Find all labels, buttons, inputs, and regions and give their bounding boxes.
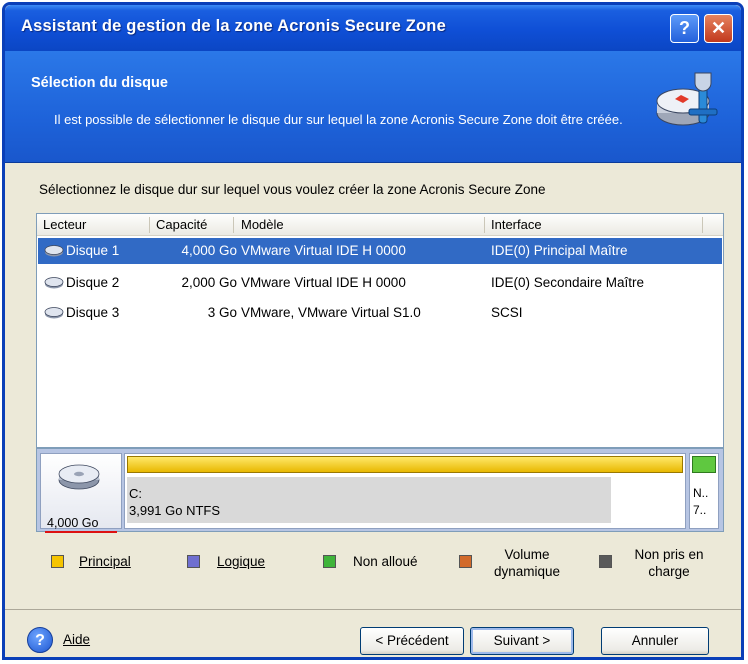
legend-swatch-volume-dynamique [459, 555, 472, 568]
step-description: Il est possible de sélectionner le disqu… [54, 112, 623, 127]
column-header-drive[interactable]: Lecteur [43, 217, 86, 232]
legend-logique: Logique [181, 553, 291, 593]
legend-label-non-pris-en-charge: Non pris en charge [634, 547, 704, 579]
partition-unallocated-type-bar [692, 456, 716, 473]
legend-swatch-principal [51, 555, 64, 568]
disk-capacity: 4,000 Go [181, 243, 237, 258]
help-link[interactable]: Aide [63, 632, 90, 647]
disk-interface: IDE(0) Secondaire Maître [491, 275, 645, 290]
disk-drive-name: Disque 1 [66, 243, 120, 258]
disk-tools-icon [656, 72, 718, 126]
help-title-button[interactable]: ? [670, 14, 699, 43]
legend-swatch-non-pris-en-charge [599, 555, 612, 568]
legend-label-volume-dynamique: Volume dynamique [493, 547, 561, 579]
help-icon[interactable]: ? [27, 627, 53, 653]
disk-model: VMware, VMware Virtual S1.0 [241, 305, 421, 320]
instruction-text: Sélectionnez le disque dur sur lequel vo… [39, 182, 546, 197]
disk-capacity: 3 Go [207, 305, 237, 320]
disk-interface: SCSI [491, 305, 523, 320]
disk-list-header: Lecteur Capacité Modèle Interface [37, 214, 723, 236]
window-title: Assistant de gestion de la zone Acronis … [21, 17, 446, 35]
partition-unallocated-line2: 7.. [693, 503, 707, 517]
legend-principal: Principal [45, 553, 155, 593]
legend-non-pris-en-charge: Non pris en charge [593, 546, 733, 592]
partition-unallocated[interactable]: N.. 7.. [689, 453, 719, 529]
disk-icon [44, 277, 64, 289]
footer-separator [5, 609, 741, 610]
disk-icon [44, 245, 64, 257]
disk-row[interactable]: Disque 1 4,000 Go VMware Virtual IDE H 0… [38, 238, 722, 264]
partition-unallocated-line1: N.. [693, 486, 709, 500]
title-bar[interactable]: Assistant de gestion de la zone Acronis … [5, 5, 741, 51]
column-header-capacity[interactable]: Capacité [156, 217, 207, 232]
legend-swatch-logique [187, 555, 200, 568]
next-button[interactable]: Suivant > [470, 627, 574, 655]
disk-model: VMware Virtual IDE H 0000 [241, 243, 406, 258]
disk-capacity: 2,000 Go [181, 275, 237, 290]
back-button[interactable]: < Précédent [360, 627, 464, 655]
partition-c-letter: C: [129, 486, 142, 501]
wizard-header: Sélection du disque Il est possible de s… [5, 51, 741, 163]
legend-label-logique: Logique [217, 554, 266, 569]
step-title: Sélection du disque [31, 75, 168, 91]
disk-model: VMware Virtual IDE H 0000 [241, 275, 406, 290]
legend-label-principal: Principal [79, 554, 131, 569]
disk-interface: IDE(0) Principal Maître [491, 243, 628, 258]
partition-c-type-bar [127, 456, 683, 473]
partition-c[interactable]: C: 3,991 Go NTFS [124, 453, 686, 529]
legend-swatch-non-alloue [323, 555, 336, 568]
disk-list[interactable]: Lecteur Capacité Modèle Interface Disque… [36, 213, 724, 448]
disk-row[interactable]: Disque 3 3 Go VMware, VMware Virtual S1.… [38, 300, 722, 326]
column-header-interface[interactable]: Interface [491, 217, 542, 232]
disk-map-disk-tile[interactable]: 4,000 Go [40, 453, 122, 533]
disk-size-underline [45, 531, 117, 533]
disk-icon [44, 307, 64, 319]
disk-icon [58, 464, 100, 490]
legend-label-non-alloue: Non alloué [353, 554, 418, 569]
legend-volume-dynamique: Volume dynamique [453, 546, 583, 592]
disk-row[interactable]: Disque 2 2,000 Go VMware Virtual IDE H 0… [38, 270, 722, 296]
cancel-button[interactable]: Annuler [601, 627, 709, 655]
wizard-window: Assistant de gestion de la zone Acronis … [2, 2, 744, 660]
legend-non-alloue: Non alloué [317, 553, 427, 593]
partition-c-detail: 3,991 Go NTFS [129, 503, 221, 518]
disk-drive-name: Disque 3 [66, 305, 120, 320]
disk-map-size: 4,000 Go [47, 516, 99, 530]
disk-map: 4,000 Go C: 3,991 Go NTFS N.. 7.. [36, 448, 724, 533]
disk-drive-name: Disque 2 [66, 275, 120, 290]
close-button[interactable]: ✕ [704, 14, 733, 43]
column-header-model[interactable]: Modèle [241, 217, 284, 232]
